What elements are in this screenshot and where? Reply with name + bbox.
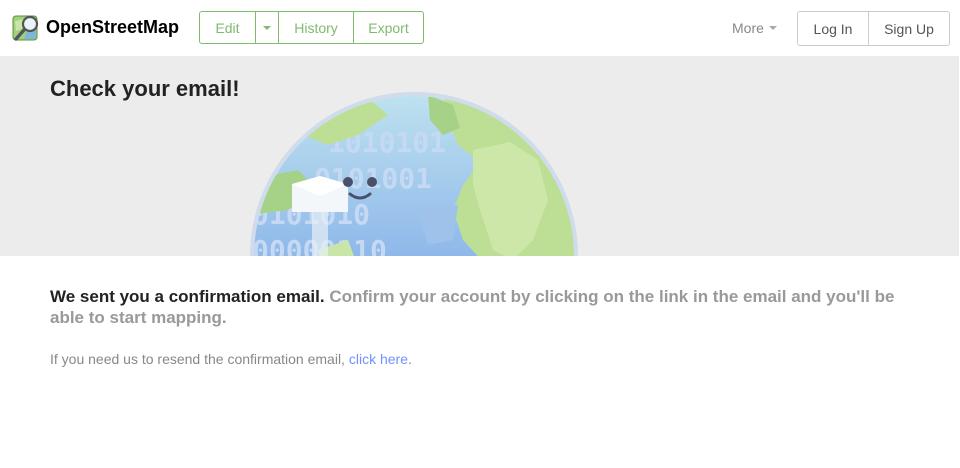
confirmation-lead: We sent you a confirmation email. — [50, 287, 325, 306]
auth-buttons: Log In Sign Up — [797, 11, 950, 46]
top-navbar: OpenStreetMap Edit History Export More L… — [0, 0, 960, 56]
chevron-down-icon — [768, 26, 777, 30]
history-button[interactable]: History — [278, 12, 353, 43]
edit-dropdown-toggle[interactable] — [255, 12, 278, 43]
resend-link[interactable]: click here — [349, 351, 408, 367]
login-button[interactable]: Log In — [798, 12, 868, 45]
edit-button[interactable]: Edit — [200, 12, 255, 43]
page-title: Check your email! — [50, 76, 240, 101]
more-menu[interactable]: More — [732, 20, 777, 36]
resend-note: If you need us to resend the confirmatio… — [50, 351, 412, 367]
welcome-banner: Check your email! 1010101 0101001 010101… — [0, 56, 959, 256]
brand-name[interactable]: OpenStreetMap — [46, 17, 179, 38]
chevron-down-icon — [263, 25, 271, 30]
resend-prefix: If you need us to resend the confirmatio… — [50, 351, 349, 367]
more-label: More — [732, 20, 764, 36]
openstreetmap-logo-icon[interactable] — [12, 13, 42, 43]
globe-illustration: 1010101 0101001 0101010 00000110 — [250, 92, 578, 256]
export-button[interactable]: Export — [353, 12, 423, 43]
confirmation-message: We sent you a confirmation email. Confir… — [50, 286, 910, 328]
edit-tools-group: Edit History Export — [199, 11, 424, 44]
resend-suffix: . — [407, 351, 412, 367]
signup-button[interactable]: Sign Up — [868, 12, 949, 45]
